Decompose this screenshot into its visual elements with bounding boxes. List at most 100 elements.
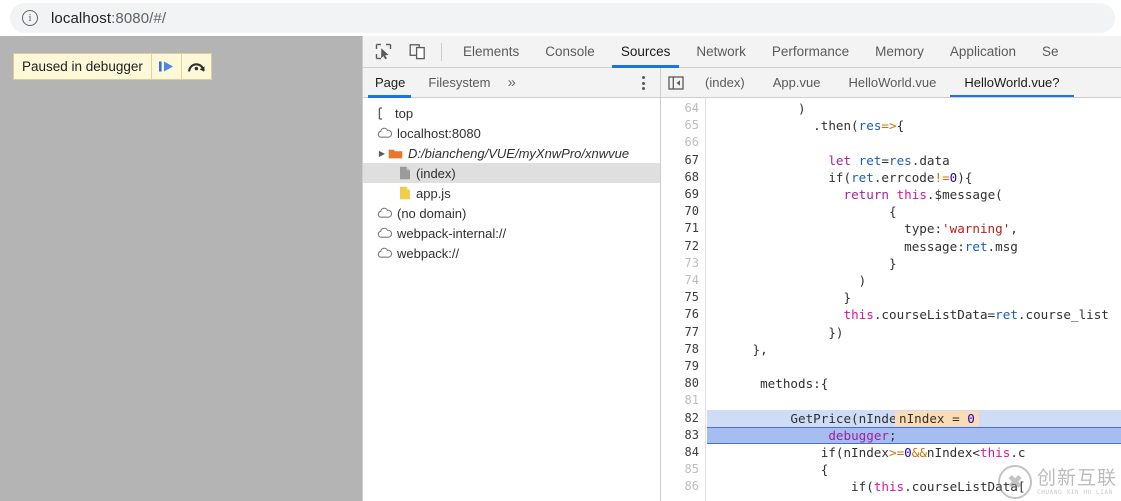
line-number[interactable]: 70: [661, 203, 699, 220]
url-host: localhost: [51, 10, 111, 27]
tab-security[interactable]: Se: [1029, 36, 1072, 68]
navigator-tab-filesystem[interactable]: Filesystem: [416, 68, 501, 98]
resume-script-execution-button[interactable]: [151, 54, 181, 79]
line-number[interactable]: 75: [661, 289, 699, 306]
tab-label: Sources: [621, 44, 671, 59]
line-number[interactable]: 79: [661, 358, 699, 375]
tab-sources[interactable]: Sources: [608, 36, 684, 68]
line-number[interactable]: 86: [661, 478, 699, 495]
url-text: localhost:8080/#/: [51, 10, 166, 27]
tab-memory[interactable]: Memory: [862, 36, 937, 68]
editor-tab-label: HelloWorld.vue?: [964, 75, 1059, 90]
line-number[interactable]: 76: [661, 306, 699, 323]
tab-application[interactable]: Application: [937, 36, 1029, 68]
tree-item-label: localhost:8080: [397, 126, 481, 141]
tab-label: Application: [950, 44, 1016, 59]
navigator-tab-page[interactable]: Page: [363, 68, 416, 98]
inline-variable-value-badge: nIndex = 0: [895, 411, 979, 426]
toolbar-divider: [441, 43, 442, 61]
url-path: :8080/#/: [111, 10, 166, 27]
tree-item-app-js[interactable]: app.js: [363, 183, 660, 203]
editor-tab-label: (index): [705, 75, 745, 90]
cloud-icon: [377, 207, 392, 219]
collapse-navigator-sidebar-icon[interactable]: [661, 68, 691, 97]
code-line: if(ret.errcode!=0){: [707, 169, 972, 186]
step-over-next-function-call-button[interactable]: [181, 54, 211, 79]
editor-tab-app-vue[interactable]: App.vue: [759, 68, 835, 97]
tree-item-label: webpack://: [397, 246, 459, 261]
code-line: type:'warning',: [707, 220, 1018, 237]
navigator-more-tabs-icon[interactable]: »: [502, 68, 522, 98]
code-line: {: [707, 203, 897, 220]
tree-item-localhost-8080[interactable]: localhost:8080: [363, 123, 660, 143]
tree-item-label: D:/biancheng/VUE/myXnwPro/xnwvue: [408, 146, 629, 161]
browser-chrome: i localhost:8080/#/: [0, 0, 1121, 36]
line-number[interactable]: 84: [661, 444, 699, 461]
frame-icon: [377, 107, 390, 120]
tree-item-webpack[interactable]: webpack://: [363, 243, 660, 263]
editor-tab-helloworld-vue-query[interactable]: HelloWorld.vue?: [950, 68, 1073, 97]
tree-item-top[interactable]: top: [363, 103, 660, 123]
navigator-tab-label: Page: [375, 75, 405, 90]
tree-item-label: webpack-internal://: [397, 226, 506, 241]
tab-console[interactable]: Console: [532, 36, 608, 68]
code-line: {: [707, 461, 828, 478]
editor-tab-label: App.vue: [773, 75, 821, 90]
address-bar[interactable]: i localhost:8080/#/: [10, 3, 1115, 33]
source-code-editor[interactable]: 6465666768697071727374757677787980818283…: [661, 98, 1121, 501]
tree-item-d-biancheng-vue-myxnwpro-xnwvue[interactable]: ▶ D:/biancheng/VUE/myXnwPro/xnwvue: [363, 143, 660, 163]
code-line: this.courseListData=ret.course_list: [707, 306, 1109, 323]
tab-network[interactable]: Network: [683, 36, 759, 68]
navigator-file-tree[interactable]: top localhost:8080 ▶ D:/biancheng/VUE/myXnw…: [363, 98, 661, 501]
tab-label: Console: [545, 44, 595, 59]
line-number[interactable]: 67: [661, 152, 699, 169]
line-number[interactable]: 72: [661, 238, 699, 255]
code-line: }): [707, 324, 843, 341]
navigator-tabstrip: Page Filesystem »: [363, 68, 661, 97]
more-options-icon[interactable]: [634, 68, 652, 98]
paused-in-debugger-banner: Paused in debugger: [13, 53, 212, 80]
script-icon: [399, 186, 411, 200]
devtools-sub-toolbar: Page Filesystem » (index) App.vue HelloW…: [363, 68, 1121, 98]
tab-performance[interactable]: Performance: [759, 36, 862, 68]
code-line: GetPrice(nIndex){: [707, 410, 919, 427]
line-number[interactable]: 82: [661, 410, 699, 427]
line-number[interactable]: 81: [661, 392, 699, 409]
line-number[interactable]: 73: [661, 255, 699, 272]
tree-item-index[interactable]: (index): [363, 163, 660, 183]
tab-elements[interactable]: Elements: [450, 36, 532, 68]
line-number[interactable]: 80: [661, 375, 699, 392]
inspect-element-icon[interactable]: [369, 38, 397, 66]
line-number[interactable]: 69: [661, 186, 699, 203]
code-line: ): [707, 272, 866, 289]
code-content-area[interactable]: ) .then(res=>{ let ret=res.data if(ret.e…: [707, 98, 1121, 501]
cloud-icon: [377, 227, 392, 239]
tree-item-no-domain[interactable]: (no domain): [363, 203, 660, 223]
code-line: return this.$message(: [707, 186, 1003, 203]
line-number[interactable]: 65: [661, 117, 699, 134]
editor-tab-helloworld-vue[interactable]: HelloWorld.vue: [834, 68, 950, 97]
code-line: .then(res=>{: [707, 117, 904, 134]
line-number[interactable]: 64: [661, 100, 699, 117]
toggle-device-toolbar-icon[interactable]: [403, 38, 431, 66]
line-number[interactable]: 74: [661, 272, 699, 289]
line-number[interactable]: 77: [661, 324, 699, 341]
line-number[interactable]: 68: [661, 169, 699, 186]
line-number[interactable]: 66: [661, 134, 699, 151]
line-number[interactable]: 71: [661, 220, 699, 237]
code-line: ): [707, 100, 806, 117]
line-number[interactable]: 78: [661, 341, 699, 358]
editor-tab-index[interactable]: (index): [691, 68, 759, 97]
tree-item-webpack-internal[interactable]: webpack-internal://: [363, 223, 660, 243]
tab-label: Performance: [772, 44, 849, 59]
code-line: methods:{: [707, 375, 828, 392]
code-line: debugger;: [707, 427, 897, 444]
line-number[interactable]: 85: [661, 461, 699, 478]
info-circle-icon[interactable]: i: [22, 10, 38, 26]
expand-triangle-icon[interactable]: ▶: [376, 149, 388, 158]
code-line: let ret=res.data: [707, 152, 950, 169]
line-number[interactable]: 83: [661, 427, 699, 444]
line-number-gutter[interactable]: 6465666768697071727374757677787980818283…: [661, 98, 706, 501]
tree-item-label: top: [395, 106, 413, 121]
tree-item-label: (no domain): [397, 206, 466, 221]
